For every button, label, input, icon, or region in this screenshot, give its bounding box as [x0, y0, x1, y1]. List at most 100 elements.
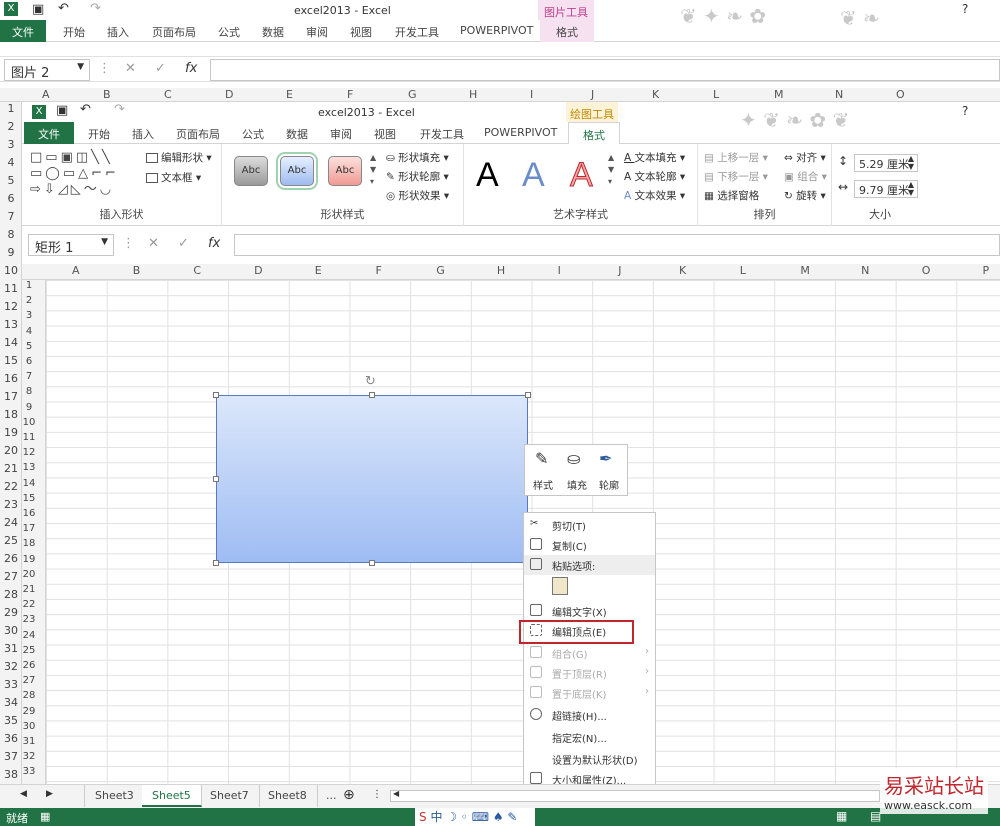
width-input[interactable]: 9.79 厘米 ▲ ▼ [854, 180, 918, 198]
inner-row-header[interactable]: 27 [22, 675, 36, 686]
outer-col-header[interactable]: D [225, 88, 233, 101]
inner-tab-developer[interactable]: 开发工具 [420, 126, 464, 142]
inner-row-header[interactable]: 28 [22, 690, 36, 701]
shape-fill-button[interactable]: ⛀ 形状填充 ▾ [386, 150, 449, 165]
outer-row-header[interactable]: 3 [0, 138, 22, 151]
inner-tab-insert[interactable]: 插入 [132, 126, 154, 142]
inner-row-header[interactable]: 15 [22, 493, 36, 504]
outer-row-header[interactable]: 36 [0, 732, 22, 745]
inner-col-header[interactable]: O [922, 264, 931, 277]
inner-row-header[interactable]: 33 [22, 766, 36, 777]
inner-tab-file[interactable]: 文件 [24, 122, 74, 144]
gallery-scroll[interactable]: ▲ ▼ ▾ [370, 152, 376, 188]
outer-row-header[interactable]: 35 [0, 714, 22, 727]
outer-col-header[interactable]: N [835, 88, 843, 101]
outer-tab-layout[interactable]: 页面布局 [152, 24, 196, 40]
outer-tab-data[interactable]: 数据 [262, 24, 284, 40]
add-sheet-icon[interactable]: ⊕ [343, 787, 355, 803]
enter-icon[interactable]: ✓ [155, 61, 166, 76]
resize-handle[interactable] [369, 392, 375, 398]
horizontal-scrollbar[interactable]: ◀ [390, 789, 880, 802]
shape-effect-button[interactable]: ◎ 形状效果 ▾ [386, 188, 449, 203]
outer-col-header[interactable]: C [164, 88, 172, 101]
outer-name-box[interactable]: 图片 2 ▼ [4, 59, 90, 81]
outer-row-header[interactable]: 32 [0, 660, 22, 673]
ime-toolbar[interactable]: S 中 ☽ ◦ ⌨ ♠ ✎ [415, 808, 535, 826]
outer-formula-input[interactable] [210, 59, 1000, 81]
height-input[interactable]: 5.29 厘米 ▲ ▼ [854, 154, 918, 172]
clipboard-icon[interactable] [552, 577, 568, 595]
inner-row-header[interactable]: 14 [22, 478, 36, 489]
scroll-left-icon[interactable]: ◀ [393, 789, 399, 798]
outer-tab-formula[interactable]: 公式 [218, 24, 240, 40]
inner-tab-home[interactable]: 开始 [88, 126, 110, 142]
menu-set-default-shape[interactable]: 设置为默认形状(D) [524, 749, 655, 769]
redo-icon[interactable]: ↷ [114, 102, 125, 117]
inner-col-header[interactable]: D [254, 264, 262, 277]
outer-row-header[interactable]: 13 [0, 318, 22, 331]
inner-row-header[interactable]: 16 [22, 508, 36, 519]
menu-assign-macro[interactable]: 指定宏(N)... [524, 727, 655, 747]
cancel-icon[interactable]: ✕ [148, 236, 159, 251]
inner-col-header[interactable]: L [740, 264, 746, 277]
inner-col-header[interactable]: G [436, 264, 445, 277]
outer-row-header[interactable]: 22 [0, 480, 22, 493]
outer-tab-file[interactable]: 文件 [0, 20, 46, 42]
outer-row-header[interactable]: 18 [0, 408, 22, 421]
outer-col-header[interactable]: G [408, 88, 417, 101]
inner-col-header[interactable]: K [679, 264, 686, 277]
inner-col-header[interactable]: I [558, 264, 561, 277]
inner-col-header[interactable]: F [376, 264, 382, 277]
inner-row-header[interactable]: 23 [22, 614, 36, 625]
inner-row-header[interactable]: 11 [22, 432, 36, 443]
style-blue[interactable]: Abc [276, 152, 318, 190]
outer-row-header[interactable]: 34 [0, 696, 22, 709]
text-effect-button[interactable]: A 文本效果 ▾ [624, 188, 685, 203]
outer-row-header[interactable]: 1 [0, 102, 22, 115]
inner-row-header[interactable]: 29 [22, 706, 36, 717]
inner-row-header[interactable]: 12 [22, 447, 36, 458]
outer-row-header[interactable]: 25 [0, 534, 22, 547]
inner-col-header[interactable]: P [983, 264, 990, 277]
rotate-button[interactable]: ↻ 旋转 ▾ [784, 188, 826, 203]
outer-row-header[interactable]: 30 [0, 624, 22, 637]
inner-name-box[interactable]: 矩形 1 ▼ [28, 234, 114, 256]
inner-row-header[interactable]: 7 [22, 371, 36, 382]
send-backward-button[interactable]: ▤ 下移一层 ▾ [704, 169, 768, 184]
wordart-black[interactable]: A [476, 156, 499, 195]
inner-tab-format[interactable]: 格式 [568, 122, 620, 144]
inner-tab-review[interactable]: 审阅 [330, 126, 352, 142]
style-red[interactable]: Abc [328, 156, 362, 186]
rotate-handle-icon[interactable]: ↻ [365, 374, 376, 389]
inner-row-header[interactable]: 13 [22, 462, 36, 473]
outer-row-header[interactable]: 5 [0, 174, 22, 187]
spinner-icon[interactable]: ▲ ▼ [908, 155, 914, 171]
inner-col-header[interactable]: B [133, 264, 141, 277]
outer-tab-powerpivot[interactable]: POWERPIVOT [460, 24, 533, 37]
outer-row-header[interactable]: 31 [0, 642, 22, 655]
inner-col-header[interactable]: M [800, 264, 810, 277]
outer-tab-review[interactable]: 审阅 [306, 24, 328, 40]
cancel-icon[interactable]: ✕ [125, 61, 136, 76]
resize-handle[interactable] [213, 392, 219, 398]
outer-row-header[interactable]: 17 [0, 390, 22, 403]
align-button[interactable]: ⇔ 对齐 ▾ [784, 150, 826, 165]
text-outline-button[interactable]: A 文本轮廓 ▾ [624, 169, 685, 184]
outer-row-header[interactable]: 23 [0, 498, 22, 511]
outer-col-header[interactable]: H [469, 88, 477, 101]
inner-tab-data[interactable]: 数据 [286, 126, 308, 142]
inner-row-header[interactable]: 21 [22, 584, 36, 595]
macro-record-icon[interactable]: ▦ [40, 810, 50, 823]
inner-tab-powerpivot[interactable]: POWERPIVOT [484, 126, 557, 139]
inner-row-header[interactable]: 10 [22, 417, 36, 428]
inner-row-header[interactable]: 1 [22, 280, 36, 291]
inner-row-header[interactable]: 20 [22, 569, 36, 580]
outer-row-header[interactable]: 9 [0, 246, 22, 259]
prev-sheet-icon[interactable]: ◀ [20, 789, 27, 799]
inner-col-header[interactable]: E [315, 264, 322, 277]
save-icon[interactable]: ▣ [56, 103, 68, 118]
inner-row-header[interactable]: 17 [22, 523, 36, 534]
inner-tab-formula[interactable]: 公式 [242, 126, 264, 142]
outer-row-header[interactable]: 29 [0, 606, 22, 619]
style-gray[interactable]: Abc [234, 156, 268, 186]
